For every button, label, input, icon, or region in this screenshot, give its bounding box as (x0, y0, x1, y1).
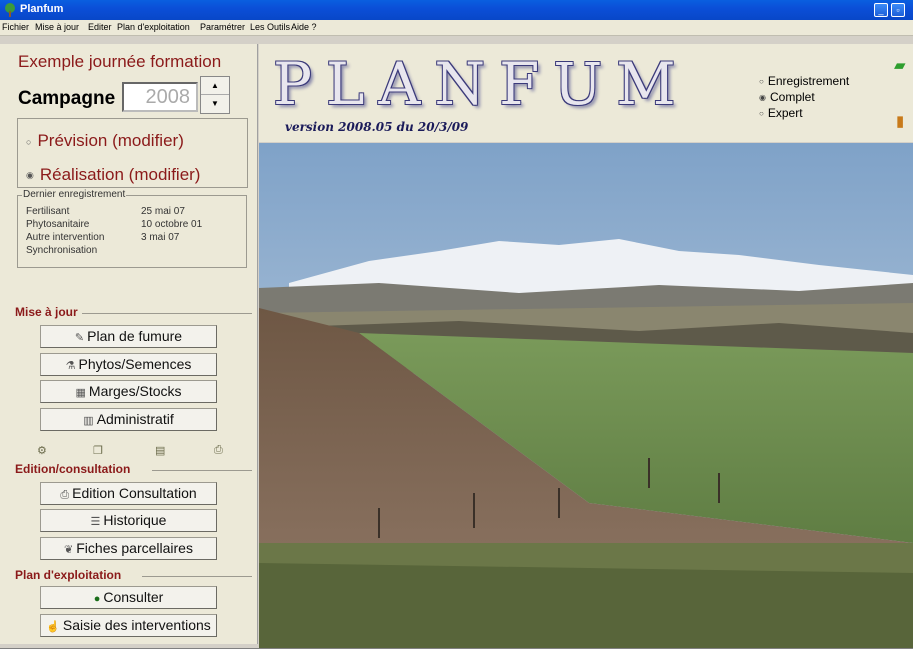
last-record-label: Synchronisation (26, 245, 98, 256)
button-label: Historique (103, 512, 167, 528)
last-record-row: Autre intervention 3 mai 07 (26, 232, 179, 243)
last-record-box: Dernier enregistrement Fertilisant 25 ma… (17, 189, 247, 268)
section-edition-title: Edition/consultation (15, 462, 131, 476)
printer-icon: ⎙ (60, 489, 70, 501)
enregistrement-radio[interactable]: ○ Enregistrement (759, 74, 849, 88)
campagne-label: Campagne (18, 88, 116, 109)
historique-button[interactable]: ☰ Historique (40, 509, 217, 532)
maximize-button[interactable]: ▫ (891, 3, 905, 17)
planfum-window: Planfum _ ▫ Fichier Mise à jour Editer P… (0, 0, 913, 665)
menu-bar: Fichier Mise à jour Editer Plan d'exploi… (0, 20, 913, 36)
divider (82, 313, 252, 314)
menu-fichier[interactable]: Fichier (2, 22, 29, 32)
minimize-button[interactable]: _ (874, 3, 888, 17)
option-label: Complet (769, 90, 815, 104)
button-label: Consulter (103, 589, 164, 605)
organization-title: Exemple journée formation (18, 52, 222, 71)
calculator-icon: ▦ (75, 387, 86, 399)
button-label: Fiches parcellaires (76, 540, 193, 556)
campagne-year-field[interactable]: 2008 (122, 82, 198, 112)
title-bar: Planfum _ ▫ (0, 0, 913, 20)
print-icon[interactable]: ⎙ (214, 444, 223, 457)
menu-parametrer[interactable]: Paramétrer (200, 22, 245, 32)
header-area: PLANFUM version 2008.05 du 20/3/09 ○ Enre… (259, 44, 913, 142)
last-record-value: 10 octobre 01 (141, 219, 203, 230)
left-panel: Exemple journée formation Campagne 2008 … (0, 44, 258, 644)
tool-icon[interactable]: ⚙ (37, 444, 47, 457)
prevision-radio[interactable]: ○ Prévision (modifier) (26, 131, 184, 151)
flask-icon: ⚗ (65, 360, 76, 372)
complet-radio[interactable]: ◉ Complet (759, 90, 815, 104)
spin-down-button[interactable]: ▼ (201, 95, 229, 113)
status-bar (0, 648, 913, 665)
mode-group: ○ Prévision (modifier) ◉ Réalisation (modi… (17, 118, 248, 188)
section-plan-title: Plan d'exploitation (15, 568, 122, 582)
globe-icon: ● (93, 593, 101, 605)
last-record-label: Fertilisant (26, 206, 70, 217)
radio-unchecked-icon: ○ (759, 109, 764, 119)
version-label: version 2008.05 du 20/3/09 (285, 120, 469, 134)
last-record-value: 25 mai 07 (141, 206, 185, 217)
divider (152, 470, 252, 471)
menu-les-outils[interactable]: Les Outils (250, 22, 290, 32)
radio-unchecked-icon: ○ (759, 77, 764, 87)
button-label: Phytos/Semences (78, 356, 192, 372)
radio-checked-icon: ◉ (26, 170, 34, 181)
radio-unchecked-icon: ○ (26, 136, 32, 147)
spin-up-button[interactable]: ▲ (201, 77, 229, 95)
hand-icon: ☝ (46, 621, 60, 633)
last-record-row: Fertilisant 25 mai 07 (26, 206, 185, 217)
prevision-label: Prévision (modifier) (37, 131, 184, 150)
window-title: Planfum (20, 3, 64, 15)
realisation-radio[interactable]: ◉ Réalisation (modifier) (26, 165, 200, 185)
campagne-spinner: ▲ ▼ (200, 76, 230, 114)
last-record-label: Autre intervention (26, 232, 105, 243)
last-record-legend: Dernier enregistrement (22, 189, 127, 200)
realisation-label: Réalisation (modifier) (39, 165, 201, 184)
last-record-label: Phytosanitaire (26, 219, 90, 230)
menu-editer[interactable]: Editer (88, 22, 112, 32)
landscape-photo (259, 143, 913, 648)
button-label: Marges/Stocks (88, 383, 182, 399)
button-label: Administratif (96, 411, 174, 427)
button-label: Plan de fumure (87, 328, 183, 344)
button-label: Saisie des interventions (62, 617, 211, 633)
copy-icon[interactable]: ❐ (93, 444, 103, 457)
book-icon: ▥ (83, 415, 94, 427)
option-label: Expert (767, 106, 803, 120)
last-record-value: 3 mai 07 (141, 232, 180, 243)
edition-consultation-button[interactable]: ⎙ Edition Consultation (40, 482, 217, 505)
notes-icon[interactable]: ▤ (155, 444, 165, 457)
divider (142, 576, 252, 577)
tree-icon (5, 3, 15, 17)
menu-mise-a-jour[interactable]: Mise à jour (35, 22, 79, 32)
planfum-logo: PLANFUM (273, 50, 690, 118)
marges-stocks-button[interactable]: ▦ Marges/Stocks (40, 380, 217, 403)
radio-checked-icon: ◉ (759, 93, 766, 103)
last-record-row: Synchronisation (26, 245, 97, 256)
exit-door-icon[interactable]: ▮ (896, 112, 904, 130)
button-label: Edition Consultation (72, 485, 197, 501)
menu-plan-exploitation[interactable]: Plan d'exploitation (117, 22, 190, 32)
consulter-button[interactable]: ● Consulter (40, 586, 217, 609)
section-mise-a-jour-title: Mise à jour (15, 305, 78, 319)
option-label: Enregistrement (767, 74, 850, 88)
pencil-icon: ✎ (74, 332, 85, 344)
tractor-icon[interactable]: ▰ (894, 56, 906, 74)
phytos-semences-button[interactable]: ⚗ Phytos/Semences (40, 353, 217, 376)
expert-radio[interactable]: ○ Expert (759, 106, 803, 120)
landscape-illustration (259, 143, 913, 648)
saisie-interventions-button[interactable]: ☝ Saisie des interventions (40, 614, 217, 637)
last-record-row: Phytosanitaire 10 octobre 01 (26, 219, 202, 230)
administratif-button[interactable]: ▥ Administratif (40, 408, 217, 431)
list-icon: ☰ (90, 516, 101, 528)
fiches-parcellaires-button[interactable]: ❦ Fiches parcellaires (40, 537, 217, 560)
leaf-icon: ❦ (64, 544, 74, 556)
plan-de-fumure-button[interactable]: ✎ Plan de fumure (40, 325, 217, 348)
menu-aide[interactable]: Aide ? (291, 22, 317, 32)
